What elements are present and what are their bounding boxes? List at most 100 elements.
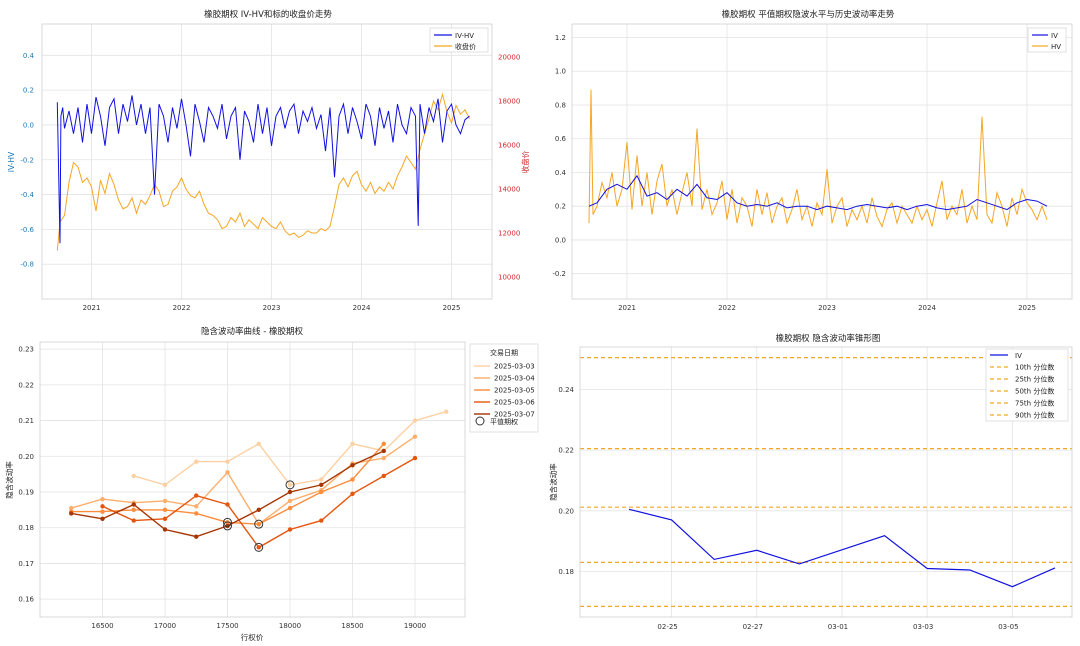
panel-iv-smile: 隐含波动率曲线 - 橡胶期权 16500 17000 17500 18000 18500… [4, 326, 539, 642]
panel4-legend-25th 分位数: 25th 分位数 [1015, 375, 1054, 384]
panel1-y2tick-20000: 20000 [498, 54, 520, 62]
panel1-y2tick-10000: 10000 [498, 274, 520, 282]
panel4-legend-90th 分位数: 90th 分位数 [1015, 411, 1054, 420]
panel1-xtick-2025: 2025 [443, 304, 461, 312]
panel3-point-2025-03-06-17500 [225, 502, 230, 507]
panel2-legend: IV HV [1027, 27, 1067, 53]
panel4-ytick-0.24: 0.24 [558, 386, 574, 394]
panel4-legend: IV 10th 分位数 25th 分位数 50th 分位数 75th 分位数 90th … [985, 348, 1069, 422]
panel3-ytick-0.19: 0.19 [18, 489, 34, 497]
panel3-legend-2025-03-06: 2025-03-06 [494, 399, 535, 407]
panel3-ytick-0.17: 0.17 [18, 560, 34, 568]
panel4-legend-box [985, 348, 1069, 422]
panel3-ytick-0.22: 0.22 [18, 381, 34, 389]
panel1-xtick-2023: 2023 [263, 304, 281, 312]
panel4-ytick-0.22: 0.22 [558, 447, 574, 455]
panel3-point-2025-03-07-18250 [319, 482, 324, 488]
panel4-xtick-02-27: 02-27 [743, 623, 763, 631]
panel1-ylabel: IV-HV [7, 151, 16, 172]
panel3-point-2025-03-06-17750 [256, 545, 261, 550]
panel3-point-2025-03-07-16500 [100, 516, 105, 521]
panel3-point-2025-03-04-17250 [194, 504, 199, 509]
panel3-point-2025-03-03-18500 [350, 441, 355, 446]
panel1-ytick-0.0: 0.0 [23, 121, 34, 129]
panel3-ylabel: 隐含波动率 [4, 461, 14, 499]
panel3-plot-frame [39, 341, 466, 618]
panel1-xtick-2021: 2021 [83, 304, 101, 312]
panel4-xtick-03-03: 03-03 [913, 623, 933, 631]
panel3-point-2025-03-06-17250 [194, 493, 199, 498]
panel4-ytick-0.20: 0.20 [558, 507, 574, 515]
panel3-xlabel: 行权价 [241, 632, 264, 642]
panel2-ytick-0.4: 0.4 [555, 169, 567, 177]
panel2-ytick-0.6: 0.6 [555, 135, 567, 143]
panel1-y2tick-16000: 16000 [498, 142, 520, 150]
panel3-xtick-16500: 16500 [91, 622, 113, 630]
panel3-point-2025-03-03-17250 [194, 459, 199, 464]
panel2-plot-frame [571, 23, 1073, 300]
panel-ivhv-price: 橡胶期权 IV-HV和标的收盘价走势 2021 2022 2023 2024 2025 0… [7, 9, 530, 312]
panel3-point-2025-03-04-16500 [100, 496, 105, 502]
panel3-ytick-0.23: 0.23 [18, 346, 34, 354]
panel3-point-2025-03-07-17750 [256, 507, 261, 513]
panel3-point-2025-03-06-17000 [162, 516, 168, 521]
panel4-legend-10th 分位数: 10th 分位数 [1015, 363, 1054, 372]
panel3-point-2025-03-06-19000 [412, 455, 418, 461]
panel3-legend-title: 交易日期 [490, 348, 518, 357]
panel3-xtick-18500: 18500 [341, 622, 363, 630]
panel4-legend-iv: IV [1015, 352, 1022, 360]
panel3-point-2025-03-05-18250 [319, 489, 324, 495]
panel2-ytick-1.2: 1.2 [555, 34, 566, 42]
panel3-legend-atm: 平值期权 [490, 417, 518, 426]
panel1-y2tick-12000: 12000 [498, 230, 520, 238]
panel1-ytick--0.8: -0.8 [20, 261, 34, 269]
panel4-legend-50th 分位数: 50th 分位数 [1015, 387, 1054, 396]
panel1-ytick--0.6: -0.6 [20, 226, 34, 234]
panel3-legend: 交易日期 2025-03-03 2025-03-04 2025-03-05 2025-… [469, 343, 539, 433]
panel3-point-2025-03-07-18000 [287, 489, 293, 495]
panel2-xtick-2024: 2024 [918, 304, 936, 312]
panel1-ytick-0.4: 0.4 [23, 52, 35, 60]
panel3-point-2025-03-03-16750 [131, 473, 136, 479]
panel2-ytick-0.0: 0.0 [555, 236, 566, 244]
panel3-point-2025-03-05-17750 [256, 521, 261, 527]
panel1-y2tick-18000: 18000 [498, 98, 520, 106]
panel3-legend-2025-03-03: 2025-03-03 [494, 363, 535, 371]
panel4-ytick-0.18: 0.18 [558, 568, 574, 576]
panel1-xtick-2024: 2024 [353, 304, 371, 312]
panel3-legend-2025-03-05: 2025-03-05 [494, 387, 535, 395]
panel1-ytick--0.2: -0.2 [20, 156, 34, 164]
panel3-point-2025-03-03-18000 [287, 482, 293, 488]
panel3-point-2025-03-04-19000 [412, 434, 418, 439]
panel1-plot-frame [41, 23, 493, 300]
panel1-y2label: 收盘价 [520, 150, 530, 173]
panel2-legend-hv: HV [1051, 43, 1061, 51]
panel3-point-2025-03-07-18750 [381, 448, 386, 454]
panel-iv-cone: 橡胶期权 隐含波动率锥形图 02-25 02-27 03-01 03-03 03-05 0… [548, 333, 1073, 631]
panel1-ytick-0.2: 0.2 [23, 87, 34, 95]
panel4-ylabel: 隐含波动率 [548, 463, 558, 501]
panel3-point-2025-03-06-16500 [100, 504, 105, 509]
panel4-xtick-03-05: 03-05 [998, 623, 1018, 631]
panel3-point-2025-03-07-17250 [194, 534, 199, 539]
panel3-point-2025-03-05-17000 [162, 507, 168, 513]
panel2-ytick-1.0: 1.0 [555, 68, 566, 76]
panel3-point-2025-03-06-16750 [131, 518, 136, 523]
panel2-xtick-2022: 2022 [718, 304, 736, 312]
panel3-series-2025-03-06 [102, 457, 416, 549]
panel2-ytick-0.2: 0.2 [555, 203, 566, 211]
panel4-xtick-03-01: 03-01 [828, 623, 848, 631]
panel3-point-2025-03-03-19000 [412, 418, 418, 423]
panel3-point-2025-03-03-17000 [162, 482, 168, 488]
panel3-point-2025-03-07-16250 [69, 511, 74, 516]
panel3-ytick-0.21: 0.21 [18, 417, 34, 425]
panel3-point-2025-03-06-18500 [350, 491, 355, 496]
panel3-point-2025-03-05-17250 [194, 511, 199, 516]
panel3-point-2025-03-06-18000 [287, 527, 293, 532]
panel3-point-2025-03-05-18000 [287, 505, 293, 511]
panel3-point-2025-03-05-18500 [350, 477, 355, 482]
panel3-title: 隐含波动率曲线 - 橡胶期权 [201, 326, 303, 337]
panel3-point-2025-03-03-18250 [319, 477, 324, 482]
panel3-point-2025-03-04-17000 [162, 498, 168, 504]
panel3-xtick-17500: 17500 [216, 622, 238, 630]
